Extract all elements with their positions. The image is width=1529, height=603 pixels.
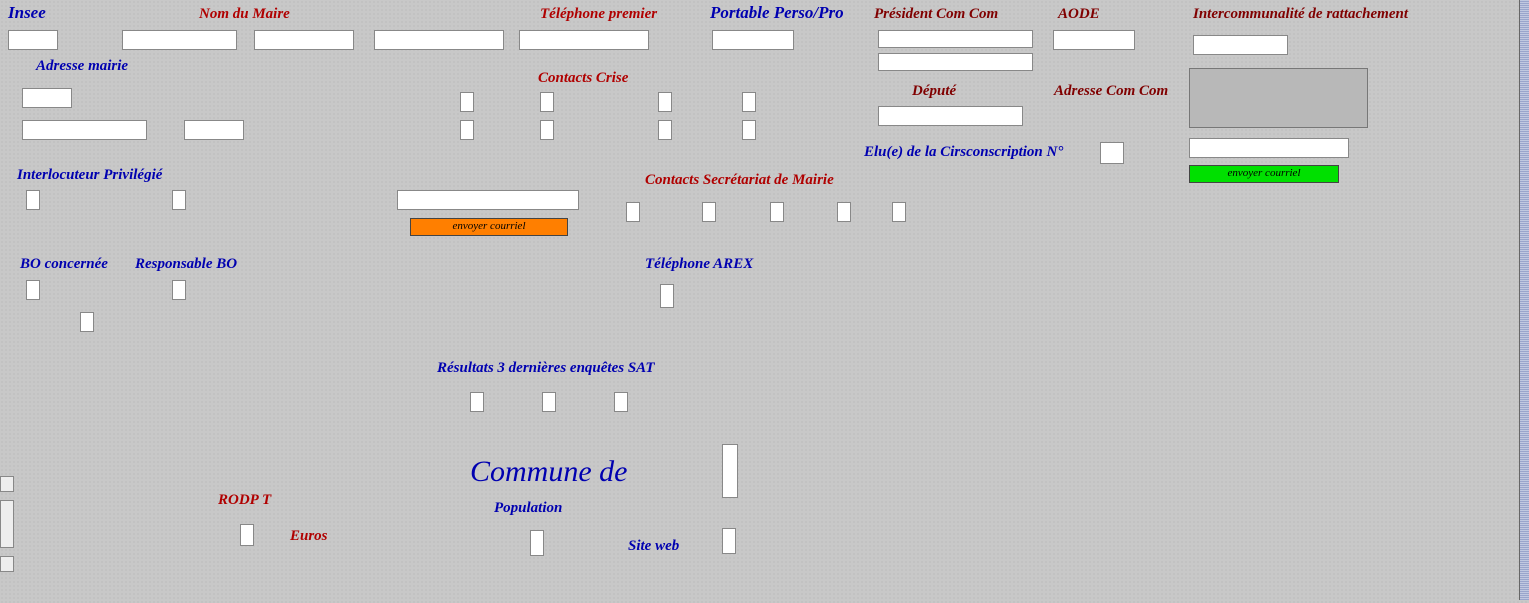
label-tel-premier: Téléphone premier xyxy=(540,6,657,23)
side-widget[interactable] xyxy=(0,476,14,586)
label-contacts-crise: Contacts Crise xyxy=(538,70,628,87)
label-aode: AODE xyxy=(1058,6,1100,23)
label-bo-concernee: BO concernée xyxy=(20,256,108,273)
interloc-field-2[interactable] xyxy=(172,190,186,210)
adresse-mairie-row2-b[interactable] xyxy=(184,120,244,140)
sec-field-3[interactable] xyxy=(770,202,784,222)
label-population: Population xyxy=(494,500,562,517)
tel-premier-field-2[interactable] xyxy=(519,30,649,50)
aode-field[interactable] xyxy=(1053,30,1135,50)
intercomm-field[interactable] xyxy=(1193,35,1288,55)
scrollbar-vertical[interactable] xyxy=(1519,0,1529,600)
label-interlocuteur: Interlocuteur Privilégié xyxy=(17,167,162,184)
commune-field[interactable] xyxy=(722,444,738,498)
portable-field[interactable] xyxy=(712,30,794,50)
label-portable: Portable Perso/Pro xyxy=(710,3,844,23)
crise-r2-c2[interactable] xyxy=(540,120,554,140)
label-intercommunalite: Intercommunalité de rattachement xyxy=(1193,6,1408,23)
crise-r1-c4[interactable] xyxy=(742,92,756,112)
title-commune-de: Commune de xyxy=(470,455,627,489)
bo-extra-field[interactable] xyxy=(80,312,94,332)
label-site-web: Site web xyxy=(628,538,679,555)
crise-r1-c3[interactable] xyxy=(658,92,672,112)
crise-r2-c4[interactable] xyxy=(742,120,756,140)
courriel-field[interactable] xyxy=(397,190,579,210)
label-responsable-bo: Responsable BO xyxy=(135,256,237,273)
sec-field-1[interactable] xyxy=(626,202,640,222)
interloc-field-1[interactable] xyxy=(26,190,40,210)
label-insee: Insee xyxy=(8,3,46,23)
crise-r2-c1[interactable] xyxy=(460,120,474,140)
adresse-comcom-field-2[interactable] xyxy=(1189,138,1349,158)
rodp-field[interactable] xyxy=(240,524,254,546)
adresse-comcom-textarea[interactable] xyxy=(1189,68,1368,128)
label-adresse-mairie: Adresse mairie xyxy=(36,58,128,75)
population-field[interactable] xyxy=(530,530,544,556)
bo-concernee-field[interactable] xyxy=(26,280,40,300)
label-president-comcom: Président Com Com xyxy=(874,6,998,23)
label-elu-circ: Elu(e) de la Cirsconscription N° xyxy=(864,144,1063,161)
sat-field-3[interactable] xyxy=(614,392,628,412)
nom-maire-field-2[interactable] xyxy=(254,30,354,50)
depute-field[interactable] xyxy=(878,106,1023,126)
crise-r1-c2[interactable] xyxy=(540,92,554,112)
sat-field-1[interactable] xyxy=(470,392,484,412)
tel-arex-field[interactable] xyxy=(660,284,674,308)
label-euros: Euros xyxy=(290,528,328,545)
crise-r2-c3[interactable] xyxy=(658,120,672,140)
crise-r1-c1[interactable] xyxy=(460,92,474,112)
label-nom-maire: Nom du Maire xyxy=(199,6,290,23)
sec-field-5[interactable] xyxy=(892,202,906,222)
label-rodp-t: RODP T xyxy=(218,492,271,509)
responsable-bo-field[interactable] xyxy=(172,280,186,300)
envoyer-courriel-green-button[interactable]: envoyer courriel xyxy=(1189,165,1339,183)
adresse-mairie-row2-a[interactable] xyxy=(22,120,147,140)
site-web-field[interactable] xyxy=(722,528,736,554)
insee-field[interactable] xyxy=(8,30,58,50)
adresse-mairie-row1[interactable] xyxy=(22,88,72,108)
elu-circ-field[interactable] xyxy=(1100,142,1124,164)
envoyer-courriel-orange-button[interactable]: envoyer courriel xyxy=(410,218,568,236)
label-contacts-secretariat: Contacts Secrétariat de Mairie xyxy=(645,172,834,189)
label-adresse-comcom: Adresse Com Com xyxy=(1054,83,1168,100)
nom-maire-field-1[interactable] xyxy=(122,30,237,50)
sec-field-2[interactable] xyxy=(702,202,716,222)
label-tel-arex: Téléphone AREX xyxy=(645,256,753,273)
sat-field-2[interactable] xyxy=(542,392,556,412)
sec-field-4[interactable] xyxy=(837,202,851,222)
tel-premier-field-1[interactable] xyxy=(374,30,504,50)
president-comcom-field-2[interactable] xyxy=(878,53,1033,71)
label-depute: Député xyxy=(912,83,956,100)
label-resultats-sat: Résultats 3 dernières enquêtes SAT xyxy=(437,360,655,377)
president-comcom-field-1[interactable] xyxy=(878,30,1033,48)
